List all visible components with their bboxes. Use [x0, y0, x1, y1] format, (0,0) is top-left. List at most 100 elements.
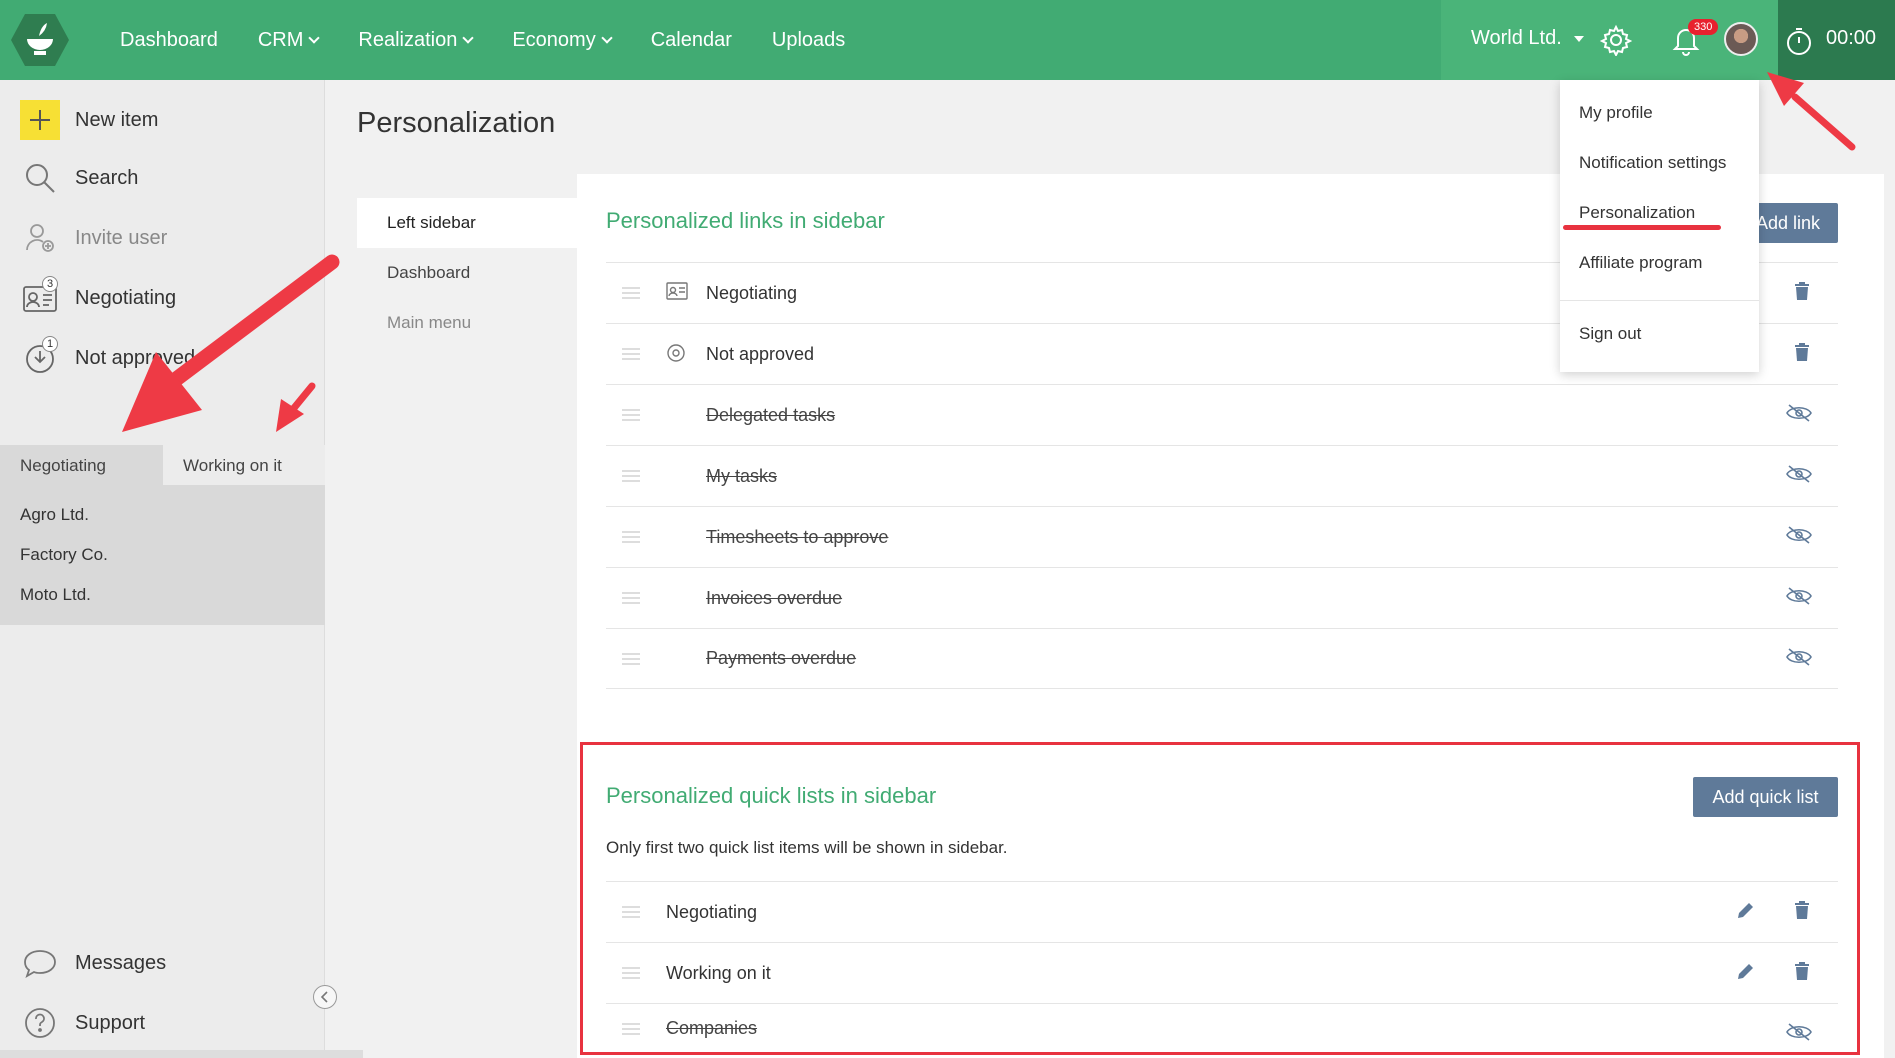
sidebar-item-not-approved[interactable]: 1 Not approved — [20, 336, 195, 378]
nav-label: Uploads — [771, 28, 846, 51]
row-label: Timesheets to approve — [706, 526, 889, 547]
help-icon — [20, 1003, 60, 1043]
row-label: My tasks — [706, 465, 778, 486]
timer-value[interactable]: 00:00 — [1826, 27, 1876, 50]
nav-label: CRM — [257, 28, 304, 51]
menu-item-affiliate-program[interactable]: Affiliate program — [1579, 253, 1702, 273]
nav-economy[interactable]: Economy — [512, 28, 613, 52]
chevron-down-icon — [601, 31, 613, 44]
count-badge: 1 — [42, 336, 58, 352]
stopwatch-icon[interactable] — [1785, 26, 1813, 61]
avatar[interactable] — [1724, 22, 1758, 56]
trash-icon[interactable] — [1793, 281, 1811, 306]
chevron-left-icon — [320, 991, 328, 1003]
quicklist-tab-negotiating[interactable]: Negotiating — [0, 445, 163, 487]
eye-off-icon[interactable] — [1786, 586, 1812, 611]
add-user-icon — [20, 218, 60, 258]
search-icon — [20, 158, 60, 198]
list-item[interactable]: Moto Ltd. — [20, 585, 91, 605]
nav-label: Dashboard — [120, 28, 218, 51]
drag-handle-icon[interactable] — [622, 467, 640, 485]
approval-stamp-icon: 1 — [20, 336, 60, 378]
pencil-icon[interactable] — [1736, 900, 1756, 925]
company-name: World Ltd. — [1471, 27, 1562, 49]
contact-card-icon — [666, 282, 688, 305]
nav-uploads[interactable]: Uploads — [772, 29, 845, 52]
row-label: Negotiating — [706, 282, 798, 303]
sidebar-item-invite-user[interactable]: Invite user — [20, 218, 167, 258]
collapse-sidebar-button[interactable] — [313, 985, 337, 1009]
drag-handle-icon[interactable] — [622, 284, 640, 302]
list-item[interactable]: Agro Ltd. — [20, 505, 89, 525]
sidebar-item-label: Search — [75, 166, 139, 189]
plus-icon — [20, 100, 60, 140]
sidebar-item-search[interactable]: Search — [20, 158, 138, 198]
subnav-left-sidebar[interactable]: Left sidebar — [357, 198, 577, 248]
gear-icon[interactable] — [1599, 24, 1633, 61]
eye-off-icon[interactable] — [1786, 647, 1812, 672]
drag-handle-icon[interactable] — [622, 903, 640, 921]
drag-handle-icon[interactable] — [622, 345, 640, 363]
row-label: Not approved — [706, 343, 815, 364]
quicklist-tabs: Negotiating Working on it — [0, 445, 325, 487]
row-label: Payments overdue — [706, 648, 857, 668]
sidebar-item-label: Negotiating — [75, 286, 177, 309]
trash-icon[interactable] — [1793, 900, 1811, 925]
nav-realization[interactable]: Realization — [358, 28, 475, 52]
menu-item-sign-out[interactable]: Sign out — [1579, 324, 1641, 344]
row-label: Invoices overdue — [706, 587, 843, 608]
subnav-dashboard[interactable]: Dashboard — [357, 248, 577, 298]
count-badge: 3 — [42, 276, 58, 292]
row-label: Working on it — [666, 962, 771, 983]
menu-item-my-profile[interactable]: My profile — [1579, 103, 1653, 123]
table-row: Invoices overdue — [606, 567, 1838, 628]
nav-label: Realization — [358, 28, 458, 51]
contact-card-icon: 3 — [20, 276, 60, 318]
app-logo-icon[interactable] — [10, 12, 70, 68]
trash-icon[interactable] — [1793, 961, 1811, 986]
eye-off-icon[interactable] — [1786, 464, 1812, 489]
eye-off-icon[interactable] — [1786, 1022, 1812, 1047]
list-item[interactable]: Factory Co. — [20, 545, 108, 565]
drag-handle-icon[interactable] — [622, 589, 640, 607]
caret-down-icon — [1573, 35, 1584, 42]
table-row: My tasks — [606, 445, 1838, 506]
row-label: Delegated tasks — [706, 404, 836, 425]
trash-icon[interactable] — [1793, 342, 1811, 367]
drag-handle-icon[interactable] — [622, 964, 640, 982]
approval-stamp-icon — [666, 343, 686, 368]
company-switcher[interactable]: World Ltd. — [1471, 27, 1584, 50]
eye-off-icon[interactable] — [1786, 525, 1812, 550]
sidebar-item-label: Support — [75, 1011, 146, 1034]
page-title: Personalization — [357, 107, 556, 139]
nav-label: Calendar — [650, 28, 732, 51]
sidebar-item-messages[interactable]: Messages — [20, 943, 166, 983]
eye-off-icon[interactable] — [1786, 403, 1812, 428]
tab-label: Negotiating — [20, 456, 107, 475]
drag-handle-icon[interactable] — [622, 1020, 640, 1038]
sidebar-item-negotiating[interactable]: 3 Negotiating — [20, 276, 177, 318]
subnav-main-menu[interactable]: Main menu — [357, 298, 577, 348]
drag-handle-icon[interactable] — [622, 650, 640, 668]
add-quick-list-button[interactable]: Add quick list — [1693, 777, 1838, 817]
horizontal-scrollbar[interactable] — [0, 1050, 363, 1058]
drag-handle-icon[interactable] — [622, 528, 640, 546]
sidebar-item-new-item[interactable]: New item — [20, 100, 158, 140]
sidebar-item-label: Invite user — [75, 226, 168, 249]
pencil-icon[interactable] — [1736, 961, 1756, 986]
links-section-title: Personalized links in sidebar — [606, 208, 885, 233]
nav-dashboard[interactable]: Dashboard — [120, 29, 218, 52]
table-row: Payments overdue — [606, 628, 1838, 689]
menu-item-personalization[interactable]: Personalization — [1579, 203, 1695, 223]
chevron-down-icon — [308, 31, 321, 44]
nav-crm[interactable]: CRM — [257, 28, 321, 52]
chevron-down-icon — [462, 31, 475, 44]
quicklist-tab-working-on-it[interactable]: Working on it — [163, 445, 325, 487]
main-nav: Dashboard CRM Realization Economy Calend… — [120, 0, 885, 80]
menu-item-notification-settings[interactable]: Notification settings — [1579, 153, 1726, 173]
nav-label: Economy — [512, 28, 596, 51]
sidebar-item-support[interactable]: Support — [20, 1003, 145, 1043]
drag-handle-icon[interactable] — [622, 406, 640, 424]
nav-calendar[interactable]: Calendar — [651, 29, 732, 52]
row-label: Negotiating — [666, 901, 758, 922]
